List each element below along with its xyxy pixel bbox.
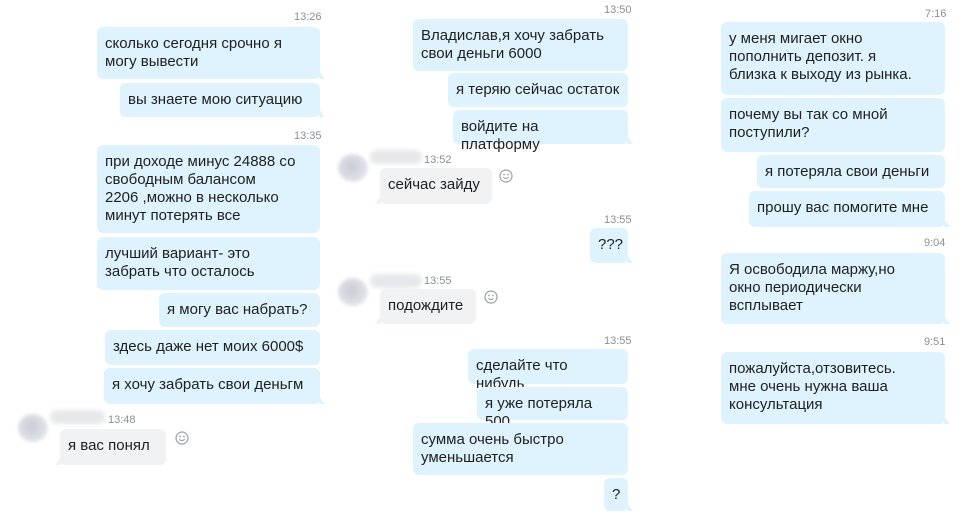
timestamp: 13:55: [604, 214, 632, 226]
outgoing-message[interactable]: при доходе минус 24888 со свободным бала…: [97, 145, 320, 233]
avatar[interactable]: [338, 154, 368, 182]
smile-icon[interactable]: [499, 169, 513, 183]
outgoing-message[interactable]: здесь даже нет моих 6000$: [105, 330, 320, 365]
outgoing-message[interactable]: прошу вас помогите мне: [749, 191, 950, 227]
outgoing-message[interactable]: Я освободила маржу,но окно периодически …: [721, 253, 950, 324]
incoming-message[interactable]: подождите: [375, 289, 476, 324]
smile-icon[interactable]: [484, 290, 498, 304]
outgoing-message[interactable]: сумма очень быстро уменьшается: [413, 423, 628, 475]
timestamp: 13:55: [424, 275, 452, 287]
outgoing-message[interactable]: лучший вариант- это забрать что осталось: [97, 237, 320, 290]
timestamp: 9:51: [924, 336, 946, 348]
timestamp: 13:35: [294, 130, 322, 142]
outgoing-message[interactable]: я могу вас набрать?: [159, 293, 320, 327]
smile-icon[interactable]: [175, 431, 189, 445]
avatar[interactable]: [338, 278, 368, 306]
outgoing-message[interactable]: ?: [604, 478, 633, 511]
avatar[interactable]: [18, 414, 48, 442]
outgoing-message[interactable]: я потеряла свои деньги: [757, 155, 945, 188]
outgoing-message[interactable]: у меня мигает окно пополнить депозит. я …: [721, 22, 945, 95]
outgoing-message[interactable]: почему вы так со мной поступили?: [721, 98, 945, 152]
sender-name-blurred: [370, 150, 422, 164]
timestamp: 13:52: [424, 154, 452, 166]
outgoing-message[interactable]: сколько сегодня срочно я могу вывести: [97, 27, 325, 79]
timestamp: 13:48: [108, 414, 136, 426]
outgoing-message[interactable]: пожалуйста,отзовитесь. мне очень нужна в…: [721, 352, 950, 424]
outgoing-message[interactable]: ???: [590, 228, 633, 263]
timestamp: 13:55: [604, 335, 632, 347]
incoming-message[interactable]: сейчас зайду: [375, 168, 492, 204]
sender-name-blurred: [370, 274, 422, 288]
outgoing-message[interactable]: я хочу забрать свои деньгм: [104, 368, 325, 404]
outgoing-message[interactable]: я уже потеряла 500: [477, 387, 628, 430]
timestamp: 13:50: [604, 4, 632, 16]
sender-name-blurred: [50, 410, 105, 424]
outgoing-message[interactable]: Владислав,я хочу забрать свои деньги 600…: [413, 19, 628, 71]
incoming-message[interactable]: я вас понял: [55, 429, 166, 465]
outgoing-message[interactable]: войдите на платформу: [453, 110, 633, 153]
outgoing-message[interactable]: сделайте что нибудь: [468, 349, 628, 392]
timestamp: 13:26: [294, 11, 322, 23]
timestamp: 9:04: [924, 237, 946, 249]
timestamp: 7:16: [925, 8, 947, 20]
outgoing-message[interactable]: я теряю сейчас остаток: [448, 73, 628, 107]
outgoing-message[interactable]: вы знаете мою ситуацию: [120, 83, 325, 117]
